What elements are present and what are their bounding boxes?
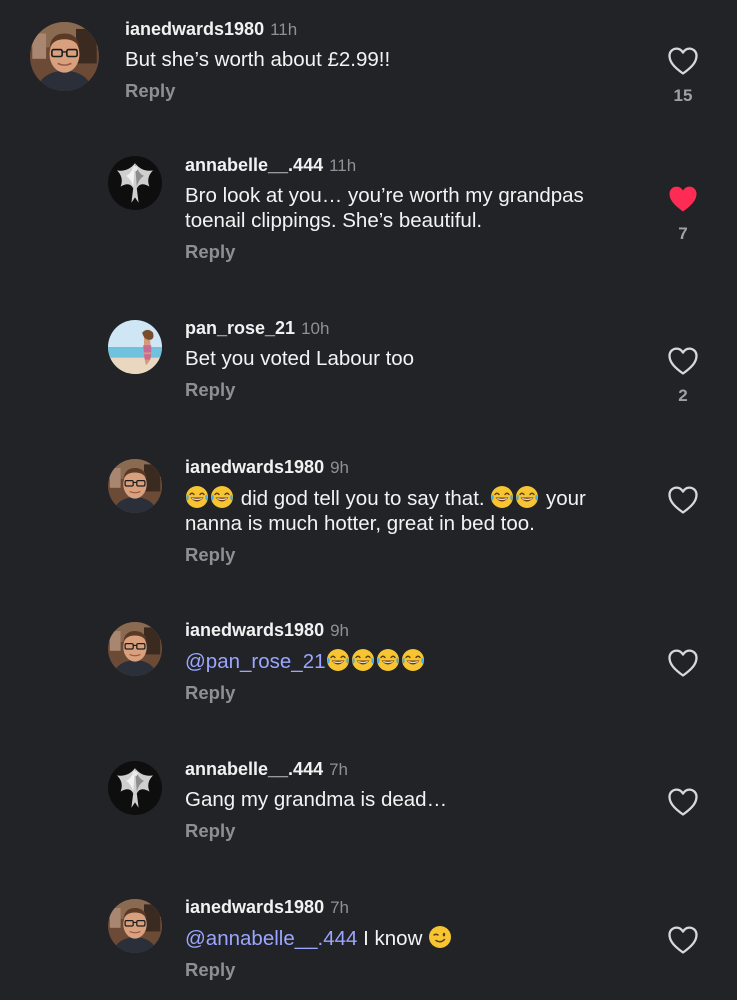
like-count: [662, 827, 704, 847]
comment-meta: ianedwards1980 11h: [125, 18, 627, 40]
man-with-glasses-avatar[interactable]: [108, 899, 162, 953]
mention-link[interactable]: @annabelle__.444: [185, 927, 357, 950]
comment-text: But she’s worth about £2.99!!: [125, 48, 391, 71]
face-with-tears-of-joy-icon: [515, 485, 539, 509]
reply-button[interactable]: Reply: [185, 379, 627, 401]
username[interactable]: ianedwards1980: [185, 457, 324, 477]
comment-meta: annabelle__.444 11h: [185, 154, 627, 176]
heart-outline-icon: [667, 925, 699, 955]
face-with-tears-of-joy-icon: [401, 648, 425, 672]
comment-text: @pan_rose_21: [185, 648, 627, 674]
man-with-glasses-avatar[interactable]: [108, 622, 162, 676]
timestamp: 9h: [330, 458, 349, 477]
username[interactable]: pan_rose_21: [185, 318, 295, 338]
comment-text-part: did god tell you to say that.: [240, 487, 485, 510]
mention-link[interactable]: @pan_rose_21: [185, 650, 326, 673]
username[interactable]: ianedwards1980: [185, 620, 324, 640]
like-count: 15: [673, 86, 693, 105]
comment-text: did god tell you to say that. your nanna…: [185, 485, 627, 536]
comment-meta: ianedwards1980 7h: [185, 896, 627, 918]
reply-button[interactable]: Reply: [185, 820, 627, 842]
reply-button[interactable]: Reply: [185, 959, 627, 981]
like-count: [662, 688, 704, 708]
heart-outline-icon: [667, 46, 699, 76]
face-with-tears-of-joy-icon: [185, 485, 209, 509]
man-with-glasses-avatar[interactable]: [30, 22, 99, 91]
like-count: 7: [678, 224, 688, 243]
username[interactable]: annabelle__.444: [185, 759, 323, 779]
like-button[interactable]: 7: [662, 184, 704, 244]
winking-face-icon: [428, 925, 452, 949]
reply-button[interactable]: Reply: [185, 682, 627, 704]
heart-outline-icon: [667, 787, 699, 817]
face-with-tears-of-joy-icon: [210, 485, 234, 509]
timestamp: 7h: [330, 898, 349, 917]
timestamp: 10h: [301, 319, 330, 338]
comment-meta: annabelle__.444 7h: [185, 758, 627, 780]
heart-outline-icon: [667, 346, 699, 376]
timestamp: 11h: [270, 20, 298, 39]
face-with-tears-of-joy-icon: [351, 648, 375, 672]
reply-button[interactable]: Reply: [125, 80, 627, 102]
like-button[interactable]: [662, 925, 704, 985]
username[interactable]: annabelle__.444: [185, 155, 323, 175]
face-with-tears-of-joy-icon: [376, 648, 400, 672]
like-button[interactable]: [662, 485, 704, 545]
heart-outline-icon: [667, 648, 699, 678]
comment-meta: pan_rose_21 10h: [185, 317, 627, 339]
face-with-tears-of-joy-icon: [326, 648, 350, 672]
like-button[interactable]: [662, 787, 704, 847]
like-button[interactable]: 2: [662, 346, 704, 406]
heart-outline-icon: [667, 485, 699, 515]
comment-meta: ianedwards1980 9h: [185, 619, 627, 641]
like-button[interactable]: [662, 648, 704, 708]
comment-meta: ianedwards1980 9h: [185, 456, 627, 478]
timestamp: 11h: [329, 156, 357, 175]
comment-text: Bro look at you… you’re worth my grandpa…: [185, 184, 584, 232]
heart-filled-icon: [667, 184, 699, 214]
reply-button[interactable]: Reply: [185, 241, 627, 263]
comment-text-part: I know: [363, 927, 423, 950]
like-button[interactable]: 15: [662, 46, 704, 106]
man-with-glasses-avatar[interactable]: [108, 459, 162, 513]
timestamp: 7h: [329, 760, 349, 779]
eagle-avatar[interactable]: [108, 156, 162, 210]
timestamp: 9h: [330, 621, 349, 640]
like-count: [662, 525, 704, 545]
username[interactable]: ianedwards1980: [185, 897, 324, 917]
like-count: 2: [678, 386, 688, 405]
comment-text: Bet you voted Labour too: [185, 347, 415, 370]
eagle-avatar[interactable]: [108, 761, 162, 815]
comment-text: Gang my grandma is dead…: [185, 788, 448, 811]
comments-panel: ianedwards1980 11h But she’s worth about …: [0, 0, 737, 1000]
comment-text: @annabelle__.444 I know: [185, 925, 627, 951]
like-count: [662, 965, 704, 985]
face-with-tears-of-joy-icon: [490, 485, 514, 509]
username[interactable]: ianedwards1980: [125, 19, 264, 39]
beach-avatar[interactable]: [108, 320, 162, 374]
reply-button[interactable]: Reply: [185, 544, 627, 566]
